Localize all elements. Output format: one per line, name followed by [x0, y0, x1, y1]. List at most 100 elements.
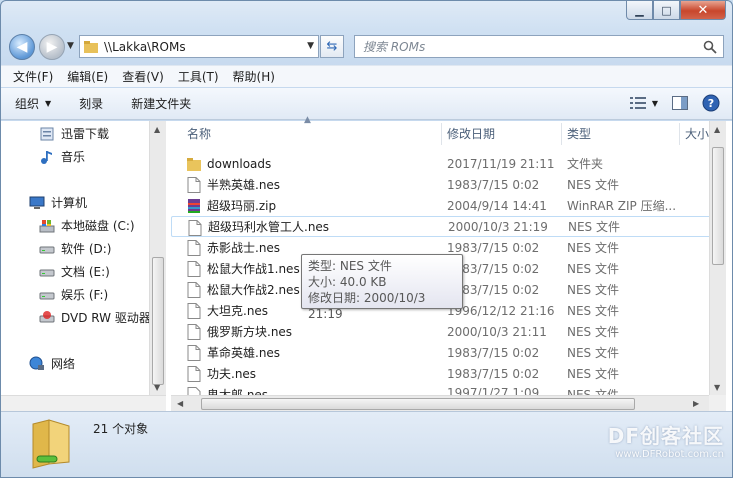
- column-separator[interactable]: [561, 123, 562, 145]
- computer-icon: [29, 196, 45, 209]
- scroll-up-icon[interactable]: ▲: [154, 125, 160, 134]
- sidebar-item-label: 软件 (D:): [61, 242, 112, 256]
- scrollbar-thumb[interactable]: [152, 257, 164, 385]
- file-row[interactable]: downloads 2017/11/19 21:11 文件夹: [171, 153, 711, 174]
- scroll-right-icon[interactable]: ▶: [693, 399, 699, 408]
- organize-button[interactable]: 组织 ▼: [15, 95, 51, 112]
- search-icon[interactable]: [703, 40, 717, 54]
- file-name: 鬼太郎.nes: [207, 388, 269, 395]
- column-separator[interactable]: [679, 123, 680, 145]
- file-row-hovered[interactable]: 超级玛利水管工人.nes 2000/10/3 21:19 NES 文件: [171, 216, 711, 237]
- file-row[interactable]: 革命英雄.nes 1983/7/15 0:02 NES 文件: [171, 342, 711, 363]
- forward-button[interactable]: ▶: [39, 34, 65, 60]
- view-options-button[interactable]: ▼: [629, 96, 658, 110]
- new-folder-button[interactable]: 新建文件夹: [131, 95, 191, 112]
- drive-icon: [39, 292, 55, 299]
- help-icon: ?: [702, 94, 720, 112]
- file-name: downloads: [207, 156, 272, 171]
- file-type: WinRAR ZIP 压缩...: [567, 199, 677, 213]
- scroll-left-icon[interactable]: ◀: [177, 399, 183, 408]
- sidebar-item-drive-d[interactable]: 软件 (D:): [39, 240, 111, 257]
- file-row[interactable]: 半熟英雄.nes 1983/7/15 0:02 NES 文件: [171, 174, 711, 195]
- sidebar-item-dvd[interactable]: DVD RW 驱动器: [39, 309, 151, 326]
- file-date: 1983/7/15 0:02: [447, 177, 540, 192]
- file-date: 1997/1/27 1:09: [447, 386, 540, 395]
- tooltip-type: 类型: NES 文件: [308, 259, 392, 273]
- item-count: 21 个对象: [93, 422, 149, 436]
- menu-view[interactable]: 查看(V): [122, 68, 164, 85]
- sidebar-item-music[interactable]: 音乐: [39, 148, 85, 165]
- file-type: NES 文件: [567, 241, 619, 255]
- folder-icon: [187, 158, 201, 171]
- column-type[interactable]: 类型: [567, 125, 591, 142]
- scrollbar-thumb[interactable]: [201, 398, 635, 410]
- column-name[interactable]: 名称: [187, 125, 211, 142]
- column-size[interactable]: 大小: [685, 125, 709, 142]
- network-icon: [29, 356, 44, 370]
- file-row[interactable]: 俄罗斯方块.nes 2000/10/3 21:11 NES 文件: [171, 321, 711, 342]
- nav-pane-scrollbar[interactable]: ▲ ▼: [149, 121, 166, 395]
- close-button[interactable]: ✕: [680, 1, 726, 20]
- minimize-button[interactable]: ▁: [626, 1, 653, 20]
- file-type: NES 文件: [567, 283, 619, 297]
- file-list-vertical-scrollbar[interactable]: ▲ ▼: [709, 121, 726, 395]
- file-icon: [187, 240, 201, 256]
- burn-button[interactable]: 刻录: [79, 95, 103, 112]
- folder-icon: [84, 40, 98, 53]
- file-type: 文件夹: [567, 157, 604, 171]
- file-row[interactable]: 功夫.nes 1983/7/15 0:02 NES 文件: [171, 363, 711, 384]
- search-placeholder: 搜索 ROMs: [363, 40, 426, 54]
- column-separator[interactable]: [441, 123, 442, 145]
- shared-folder-icon: [32, 419, 70, 469]
- file-type: NES 文件: [568, 220, 620, 234]
- file-icon: [187, 303, 201, 319]
- navigation-pane: 迅雷下载 音乐 计算机 本地磁盘 (C:) 软件 (D:) 文档 (E:) 娱乐…: [1, 121, 166, 411]
- explorer-window: ▁ □ ✕ ◀ ▶ ▼ \\Lakka\ROMs ▼ ⇆ 搜索 ROMs 文件(…: [0, 0, 733, 478]
- address-dropdown-icon[interactable]: ▼: [307, 41, 314, 51]
- search-input[interactable]: 搜索 ROMs: [354, 35, 724, 58]
- sidebar-item-drive-c[interactable]: 本地磁盘 (C:): [39, 217, 135, 234]
- sidebar-item-network[interactable]: 网络: [29, 355, 75, 372]
- recent-pages-dropdown-icon[interactable]: ▼: [67, 41, 74, 51]
- refresh-button[interactable]: ⇆: [320, 35, 344, 58]
- maximize-button[interactable]: □: [653, 1, 680, 20]
- address-path: \\Lakka\ROMs: [104, 39, 186, 54]
- address-bar[interactable]: \\Lakka\ROMs ▼: [79, 35, 319, 58]
- scroll-down-icon[interactable]: ▼: [154, 383, 160, 392]
- sidebar-item-label: 本地磁盘 (C:): [61, 219, 135, 233]
- scroll-down-icon[interactable]: ▼: [714, 383, 720, 392]
- column-date[interactable]: 修改日期: [447, 125, 495, 142]
- tooltip-date: 修改日期: 2000/10/3 21:19: [308, 291, 426, 321]
- file-icon: [187, 177, 201, 193]
- back-button[interactable]: ◀: [9, 34, 35, 60]
- file-row-partial[interactable]: 鬼太郎.nes 1997/1/27 1:09 NES 文件: [171, 384, 711, 395]
- sidebar-item-drive-f[interactable]: 娱乐 (F:): [39, 286, 108, 303]
- file-name: 松鼠大作战2.nes: [207, 283, 300, 297]
- sidebar-item-drive-e[interactable]: 文档 (E:): [39, 263, 110, 280]
- file-name: 超级玛利水管工人.nes: [208, 220, 330, 234]
- file-icon: [187, 366, 201, 382]
- menu-edit[interactable]: 编辑(E): [67, 68, 108, 85]
- chevron-down-icon: ▼: [651, 98, 658, 108]
- file-date: 1983/7/15 0:02: [447, 366, 540, 381]
- preview-pane-button[interactable]: [672, 96, 688, 110]
- sidebar-item-computer[interactable]: 计算机: [29, 194, 87, 211]
- scroll-up-icon[interactable]: ▲: [714, 125, 720, 134]
- menu-help[interactable]: 帮助(H): [233, 68, 275, 85]
- file-row[interactable]: 超级玛丽.zip 2004/9/14 14:41 WinRAR ZIP 压缩..…: [171, 195, 711, 216]
- sidebar-item-thunder[interactable]: 迅雷下载: [39, 125, 109, 142]
- sidebar-item-label: DVD RW 驱动器: [61, 311, 151, 325]
- file-type: NES 文件: [567, 367, 619, 381]
- sidebar-item-label: 网络: [51, 357, 76, 371]
- file-name: 半熟英雄.nes: [207, 178, 281, 192]
- column-header: 名称 ▲ 修改日期 类型 大小: [171, 115, 732, 146]
- menu-tools[interactable]: 工具(T): [178, 68, 219, 85]
- nav-pane-footer: [1, 395, 166, 411]
- file-name: 松鼠大作战1.nes: [207, 262, 300, 276]
- file-list-horizontal-scrollbar[interactable]: ◀ ▶: [171, 395, 709, 411]
- help-button[interactable]: ?: [702, 94, 720, 112]
- svg-text:?: ?: [708, 97, 714, 110]
- scrollbar-thumb[interactable]: [712, 147, 724, 265]
- menu-file[interactable]: 文件(F): [13, 68, 53, 85]
- file-name: 俄罗斯方块.nes: [207, 325, 293, 339]
